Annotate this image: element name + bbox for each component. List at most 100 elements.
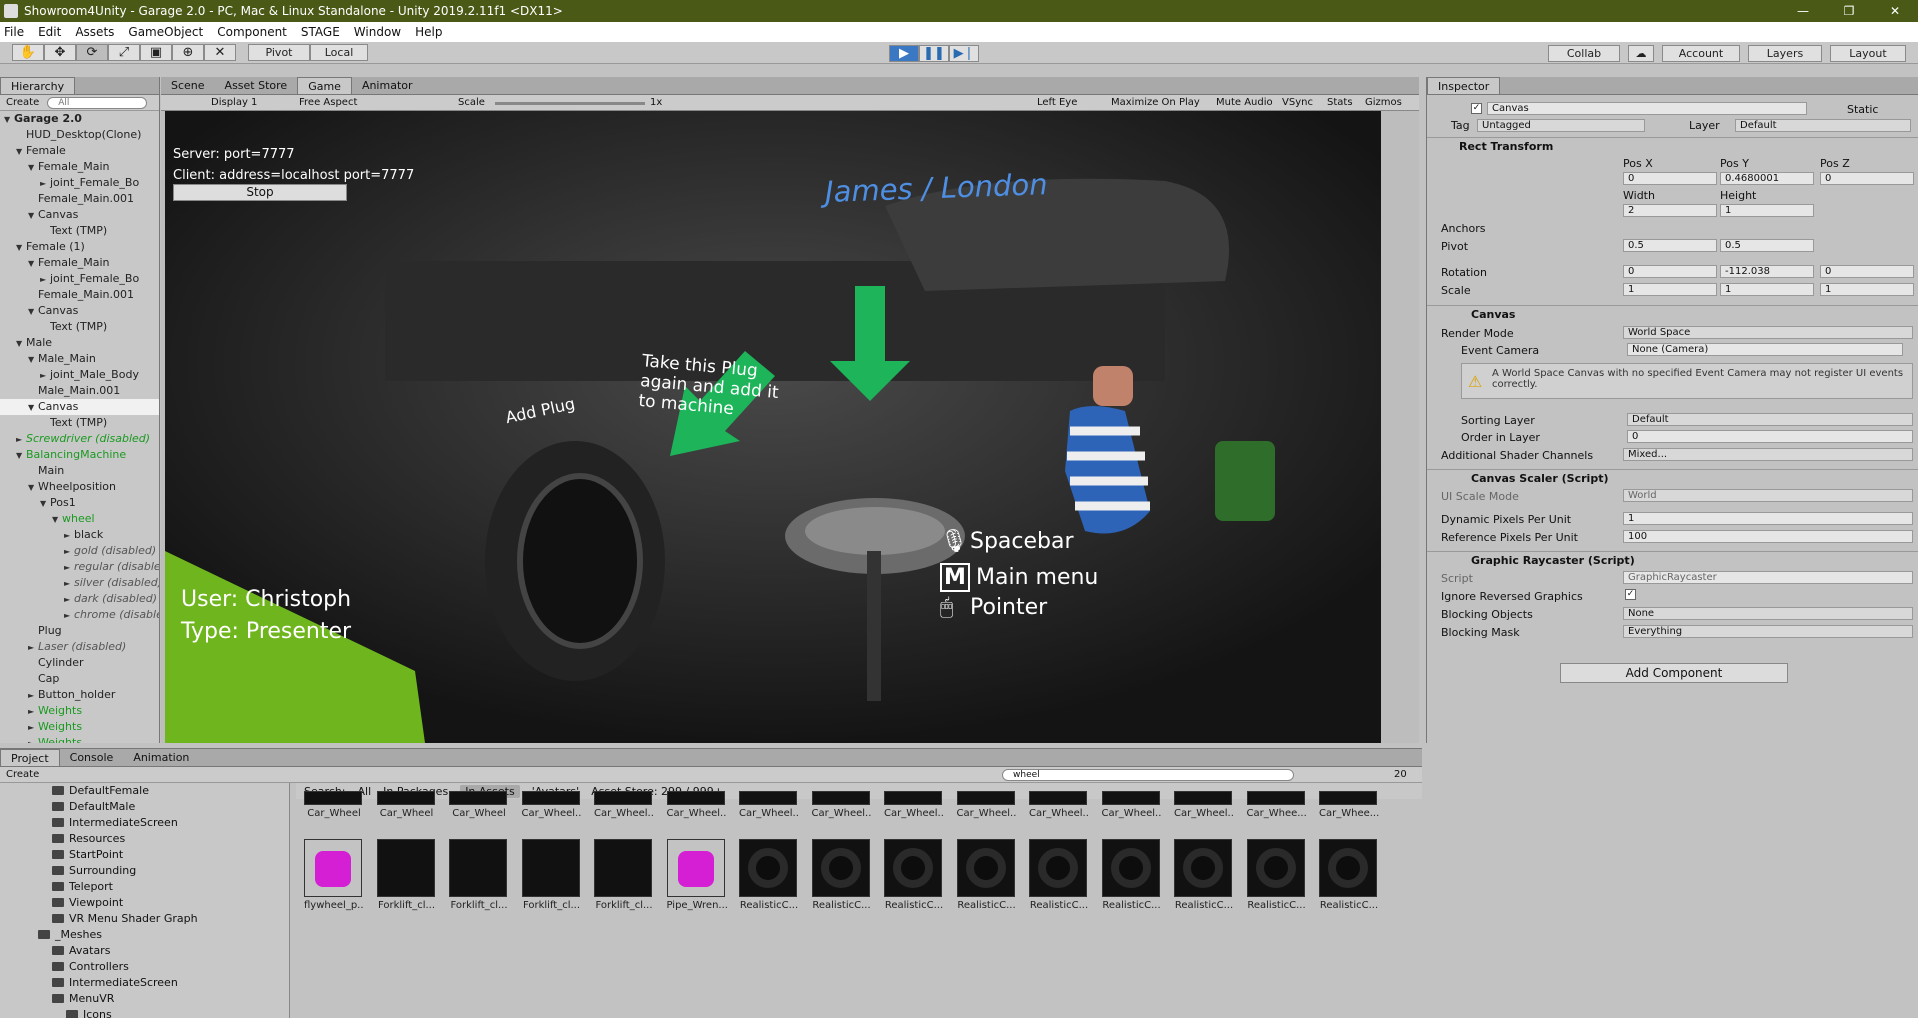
folder-item[interactable]: DefaultFemale bbox=[0, 783, 289, 799]
add-component-button[interactable]: Add Component bbox=[1560, 663, 1788, 683]
asset-item[interactable]: Forklift_cl... bbox=[449, 839, 509, 911]
hierarchy-item[interactable]: ► joint_Female_Bo bbox=[0, 271, 159, 287]
hierarchy-item[interactable]: Cap bbox=[0, 671, 159, 687]
hierarchy-item[interactable]: ► silver (disabled) bbox=[0, 575, 159, 591]
tab-animator[interactable]: Animator bbox=[352, 77, 423, 94]
cloud-icon[interactable]: ☁ bbox=[1628, 45, 1654, 62]
gizmos-dropdown[interactable]: Gizmos bbox=[1365, 97, 1402, 108]
object-name-field[interactable]: Canvas bbox=[1487, 102, 1807, 115]
asset-item[interactable]: Forklift_cl... bbox=[521, 839, 582, 911]
maximize-icon[interactable]: ❐ bbox=[1826, 0, 1872, 22]
rotation-x-field[interactable]: 0 bbox=[1623, 265, 1717, 278]
asset-item[interactable]: RealisticC... bbox=[956, 839, 1017, 911]
event-camera-field[interactable]: None (Camera) bbox=[1627, 343, 1903, 356]
hierarchy-item[interactable]: ▼ Female (1) bbox=[0, 239, 159, 255]
hierarchy-item[interactable]: ▼ Garage 2.0 bbox=[0, 111, 159, 127]
dynamic-ppu-field[interactable]: 1 bbox=[1623, 512, 1913, 525]
hierarchy-item[interactable]: Male_Main.001 bbox=[0, 383, 159, 399]
folder-item[interactable]: Icons bbox=[0, 1007, 289, 1018]
foldout-arrow-icon[interactable]: ▼ bbox=[28, 352, 38, 367]
render-mode-dropdown[interactable]: World Space bbox=[1623, 326, 1913, 339]
scale-slider[interactable] bbox=[495, 102, 645, 105]
asset-item[interactable]: RealisticC... bbox=[1029, 839, 1089, 911]
folder-item[interactable]: Teleport bbox=[0, 879, 289, 895]
hierarchy-item[interactable]: ►regular (disabled) bbox=[0, 559, 159, 575]
hierarchy-item[interactable]: ▼ Male_Main bbox=[0, 351, 159, 367]
asset-item[interactable]: Car_Whee... bbox=[1319, 791, 1379, 819]
hierarchy-item[interactable]: ▼ Canvas bbox=[0, 207, 159, 223]
pivot-x-field[interactable]: 0.5 bbox=[1623, 239, 1717, 252]
foldout-arrow-icon[interactable]: ► bbox=[64, 608, 74, 623]
canvas-scaler-header[interactable]: Canvas Scaler (Script) bbox=[1427, 469, 1918, 486]
ignore-reversed-checkbox[interactable]: ✓ bbox=[1625, 589, 1636, 600]
vsync-toggle[interactable]: VSync bbox=[1282, 97, 1313, 108]
foldout-arrow-icon[interactable]: ► bbox=[64, 544, 74, 559]
hierarchy-item[interactable]: ► Button_holder bbox=[0, 687, 159, 703]
foldout-arrow-icon[interactable]: ► bbox=[28, 688, 38, 703]
width-field[interactable]: 2 bbox=[1623, 204, 1717, 217]
static-toggle[interactable]: Static bbox=[1847, 103, 1878, 116]
menu-help[interactable]: Help bbox=[415, 25, 442, 39]
pause-button[interactable]: ❚❚ bbox=[919, 45, 949, 62]
folder-item[interactable]: Resources bbox=[0, 831, 289, 847]
transform-tool-icon[interactable]: ⊕ bbox=[172, 44, 204, 61]
folder-item[interactable]: StartPoint bbox=[0, 847, 289, 863]
menu-component[interactable]: Component bbox=[217, 25, 287, 39]
stop-button[interactable]: Stop bbox=[173, 184, 347, 201]
order-in-layer-field[interactable]: 0 bbox=[1627, 430, 1913, 443]
menu-edit[interactable]: Edit bbox=[38, 25, 61, 39]
asset-item[interactable]: RealisticC... bbox=[739, 839, 799, 911]
scale-z-field[interactable]: 1 bbox=[1820, 283, 1914, 296]
asset-item[interactable]: RealisticC... bbox=[811, 839, 872, 911]
hierarchy-item[interactable]: ▼ Pos1 bbox=[0, 495, 159, 511]
asset-item[interactable]: Car_Wheel... bbox=[1029, 791, 1089, 819]
foldout-arrow-icon[interactable]: ▼ bbox=[40, 496, 50, 511]
hierarchy-item[interactable]: ► dark (disabled) bbox=[0, 591, 159, 607]
foldout-arrow-icon[interactable]: ► bbox=[40, 368, 50, 383]
rect-tool-icon[interactable]: ▣ bbox=[140, 44, 172, 61]
foldout-arrow-icon[interactable]: ► bbox=[64, 528, 74, 543]
asset-item[interactable]: Car_Wheel... bbox=[884, 791, 944, 819]
play-button[interactable]: ▶ bbox=[889, 45, 919, 62]
menu-gameobject[interactable]: GameObject bbox=[128, 25, 203, 39]
reference-ppu-field[interactable]: 100 bbox=[1623, 530, 1913, 543]
anchors-foldout[interactable]: Anchors bbox=[1441, 222, 1486, 235]
local-toggle[interactable]: Local bbox=[310, 44, 368, 61]
tab-console[interactable]: Console bbox=[60, 749, 124, 766]
mute-audio-toggle[interactable]: Mute Audio bbox=[1216, 97, 1273, 108]
hierarchy-item[interactable]: ►chrome (disabled) bbox=[0, 607, 159, 623]
hierarchy-item[interactable]: ▼ wheel bbox=[0, 511, 159, 527]
asset-item[interactable]: RealisticC... bbox=[1174, 839, 1234, 911]
foldout-arrow-icon[interactable]: ▼ bbox=[28, 208, 38, 223]
minimize-icon[interactable]: — bbox=[1780, 0, 1826, 22]
asset-item[interactable]: Car_Wheel... bbox=[811, 791, 872, 819]
foldout-arrow-icon[interactable]: ► bbox=[28, 640, 38, 655]
hierarchy-item[interactable]: ► gold (disabled) bbox=[0, 543, 159, 559]
pivot-toggle[interactable]: Pivot bbox=[248, 44, 310, 61]
foldout-arrow-icon[interactable]: ► bbox=[64, 576, 74, 591]
active-checkbox[interactable]: ✓ bbox=[1471, 103, 1482, 114]
foldout-arrow-icon[interactable]: ► bbox=[28, 736, 38, 743]
asset-item[interactable]: Car_Wheel... bbox=[739, 791, 799, 819]
hierarchy-item[interactable]: ▼ Female_Main bbox=[0, 255, 159, 271]
foldout-arrow-icon[interactable]: ▼ bbox=[16, 336, 26, 351]
asset-item[interactable]: Car_Wheel... bbox=[956, 791, 1017, 819]
foldout-arrow-icon[interactable]: ► bbox=[64, 592, 74, 607]
eye-dropdown[interactable]: Left Eye bbox=[1037, 97, 1077, 108]
hierarchy-item[interactable]: ► joint_Male_Body bbox=[0, 367, 159, 383]
step-button[interactable]: ▶❘ bbox=[949, 45, 979, 62]
tab-hierarchy[interactable]: Hierarchy bbox=[0, 77, 76, 94]
hierarchy-item[interactable]: HUD_Desktop(Clone) bbox=[0, 127, 159, 143]
rect-transform-header[interactable]: Rect Transform bbox=[1427, 137, 1918, 154]
foldout-arrow-icon[interactable]: ► bbox=[28, 720, 38, 735]
folder-item[interactable]: IntermediateScreen bbox=[0, 975, 289, 991]
hierarchy-item[interactable]: ▼ Female bbox=[0, 143, 159, 159]
tab-scene[interactable]: Scene bbox=[161, 77, 215, 94]
asset-item[interactable]: Car_Whee... bbox=[1246, 791, 1307, 819]
layout-dropdown[interactable]: Layout bbox=[1830, 45, 1906, 62]
maximize-on-play-toggle[interactable]: Maximize On Play bbox=[1111, 97, 1200, 108]
hierarchy-item[interactable]: ▼ Canvas bbox=[0, 303, 159, 319]
foldout-arrow-icon[interactable]: ▼ bbox=[28, 256, 38, 271]
layer-dropdown[interactable]: Default bbox=[1735, 119, 1911, 132]
hierarchy-item[interactable]: ► Laser (disabled) bbox=[0, 639, 159, 655]
